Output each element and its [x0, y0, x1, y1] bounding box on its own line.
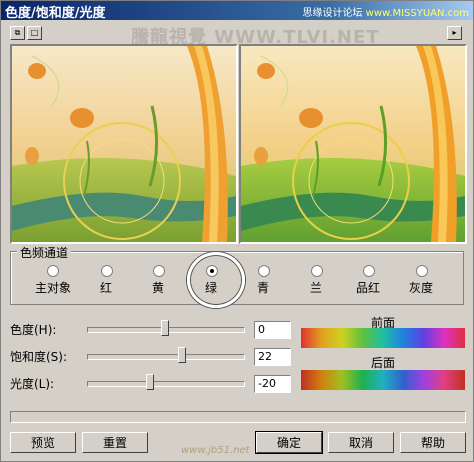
preview-button[interactable]: 预览 [10, 432, 76, 453]
saturation-label: 饱和度(S): [10, 350, 68, 364]
credit-prefix: 思缘设计论坛 [302, 8, 363, 19]
hue-slider-thumb[interactable] [161, 320, 169, 336]
dual-preview-button[interactable]: ⧉ [10, 26, 25, 40]
hue-label: 色度(H): [10, 323, 57, 337]
saturation-slider-track[interactable] [87, 354, 245, 360]
highlight-circle [187, 252, 245, 308]
cancel-button[interactable]: 取消 [328, 432, 394, 453]
original-preview [10, 44, 238, 244]
after-label: 后面 [370, 356, 395, 370]
radio-label-yellow: 黄 [152, 281, 165, 295]
channel-legend: 色频通道 [17, 244, 72, 261]
radio-label-blue: 兰 [310, 281, 323, 295]
credit-text: 思缘设计论坛 www.MISSYUAN.com [302, 4, 469, 19]
expand-arrow-button[interactable]: ▸ [447, 26, 462, 40]
reset-button[interactable]: 重置 [82, 432, 148, 453]
footer-site: www.jb51.net [181, 445, 250, 456]
radio-cyan[interactable] [258, 265, 270, 277]
window-title: 色度/饱和度/光度 [5, 6, 106, 21]
radio-grayscale[interactable] [416, 265, 428, 277]
before-hue-bar [301, 328, 465, 348]
saturation-input[interactable]: 22 [254, 348, 291, 366]
single-preview-button[interactable]: □ [27, 26, 42, 40]
radio-label-master: 主对象 [35, 281, 72, 295]
radio-label-cyan: 青 [257, 281, 270, 295]
help-button[interactable]: 帮助 [400, 432, 466, 453]
lightness-label: 光度(L): [10, 377, 55, 391]
result-image [241, 46, 465, 242]
after-hue-bar [301, 370, 465, 390]
hue-saturation-dialog: 色度/饱和度/光度 思缘设计论坛 www.MISSYUAN.com 騰龍視覺 W… [0, 0, 474, 462]
saturation-slider-thumb[interactable] [178, 347, 186, 363]
radio-blue[interactable] [311, 265, 323, 277]
ok-button[interactable]: 确定 [255, 431, 323, 454]
radio-label-grayscale: 灰度 [409, 281, 434, 295]
radio-label-magenta: 品红 [356, 281, 381, 295]
result-preview [239, 44, 467, 244]
credit-site: www.MISSYUAN.com [365, 8, 469, 19]
hue-input[interactable]: 0 [254, 321, 291, 339]
radio-label-red: 红 [100, 281, 113, 295]
radio-yellow[interactable] [153, 265, 165, 277]
radio-magenta[interactable] [363, 265, 375, 277]
title-bar: 色度/饱和度/光度 思缘设计论坛 www.MISSYUAN.com [1, 1, 473, 21]
lightness-input[interactable]: -20 [254, 375, 291, 393]
lightness-slider-thumb[interactable] [146, 374, 154, 390]
original-image [12, 46, 236, 242]
progress-bar [10, 411, 466, 423]
radio-master[interactable] [47, 265, 59, 277]
radio-red[interactable] [101, 265, 113, 277]
lightness-slider-track[interactable] [87, 381, 245, 387]
